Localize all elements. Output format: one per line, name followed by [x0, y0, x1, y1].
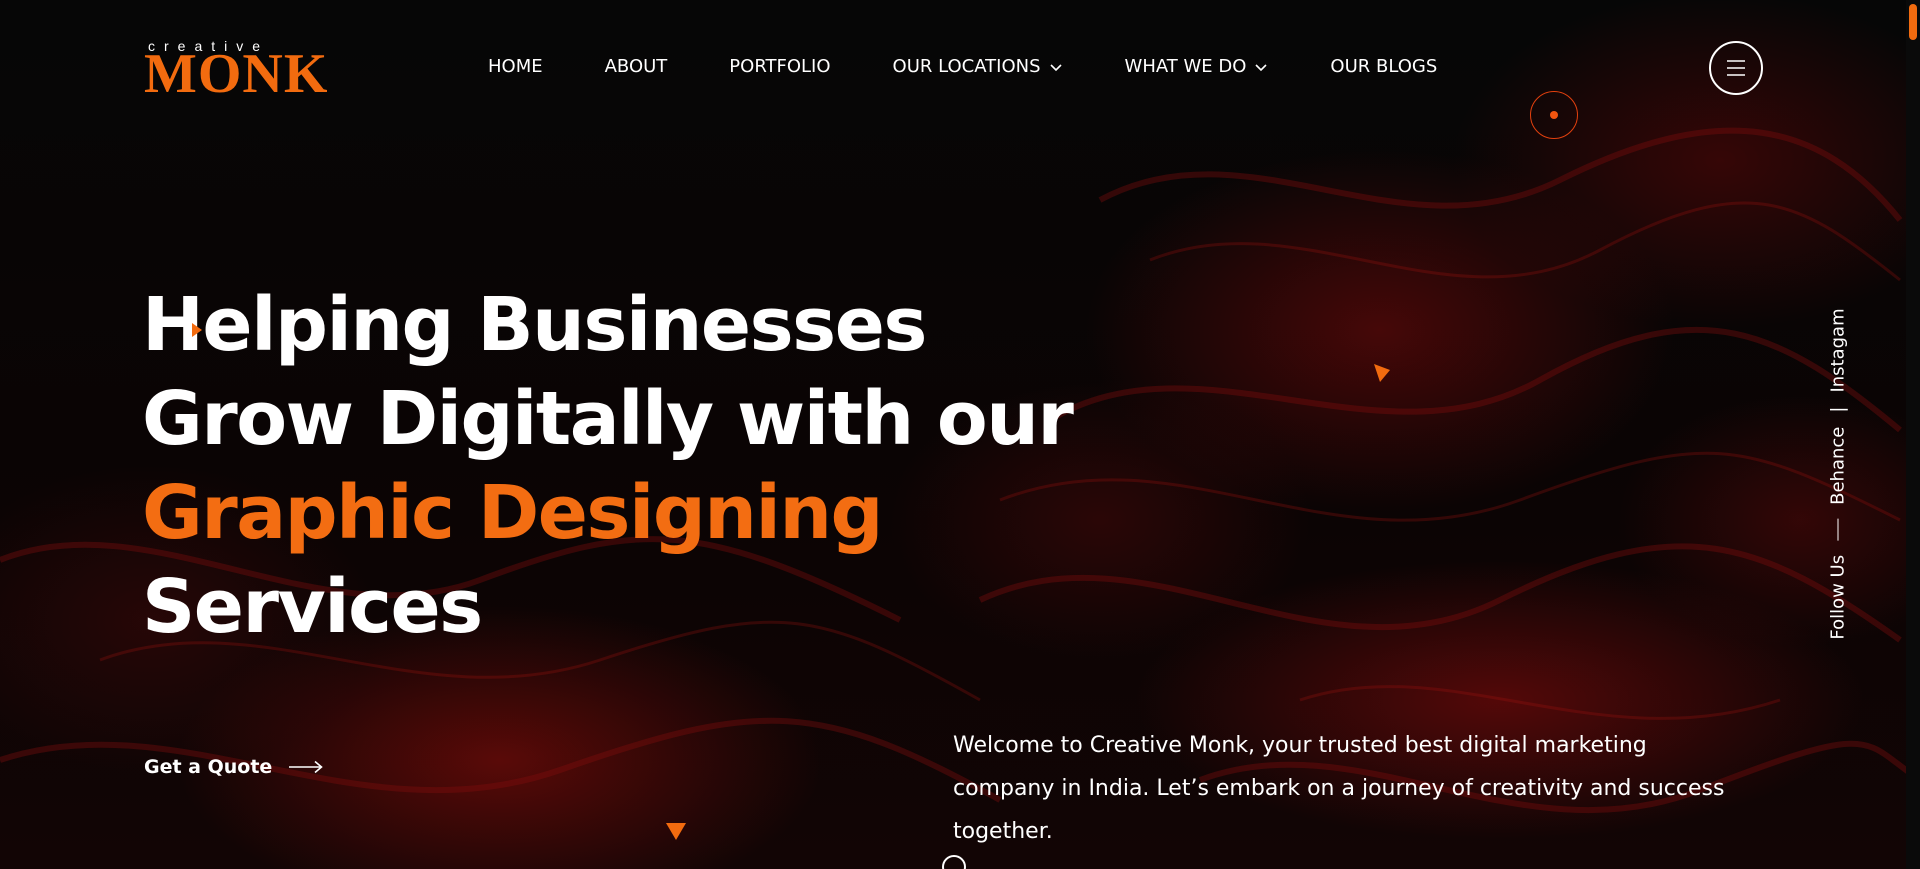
- logo[interactable]: creative MONK: [144, 38, 350, 105]
- logo-wordmark: MONK: [144, 43, 329, 105]
- nav-what-we-do-label: WHAT WE DO: [1124, 56, 1247, 77]
- hero-intro-text: Welcome to Creative Monk, your trusted b…: [953, 733, 1725, 844]
- social-follow: Follow Us Behance | Instagam: [1818, 292, 1858, 656]
- nav-portfolio[interactable]: PORTFOLIO: [729, 56, 830, 77]
- nav-about-label: ABOUT: [604, 56, 668, 77]
- nav-our-blogs-label: OUR BLOGS: [1330, 56, 1438, 77]
- get-a-quote-link[interactable]: Get a Quote: [144, 756, 324, 778]
- nav-our-locations-label: OUR LOCATIONS: [892, 56, 1041, 77]
- nav-about[interactable]: ABOUT: [605, 56, 668, 77]
- custom-cursor-ring: [1530, 91, 1578, 139]
- hero-headline: Helping Businesses Grow Digitally with o…: [142, 278, 1074, 654]
- instagram-link[interactable]: Instagam: [1828, 308, 1849, 392]
- behance-link[interactable]: Behance: [1828, 427, 1849, 505]
- nav-what-we-do[interactable]: WHAT WE DO: [1125, 56, 1269, 77]
- divider: [1837, 518, 1839, 541]
- chevron-down-icon: [1049, 63, 1062, 71]
- nav-our-locations[interactable]: OUR LOCATIONS: [893, 56, 1063, 77]
- nav-home[interactable]: HOME: [488, 56, 543, 77]
- triangle-decoration: [192, 323, 202, 337]
- triangle-decoration: [666, 823, 686, 840]
- nav-portfolio-label: PORTFOLIO: [729, 56, 831, 77]
- menu-button[interactable]: [1709, 41, 1763, 95]
- headline-accent-line: Graphic Designing: [142, 470, 884, 556]
- custom-cursor-dot: [1550, 111, 1558, 119]
- social-separator: |: [1827, 406, 1849, 413]
- scrollbar[interactable]: [1906, 0, 1920, 869]
- main-nav: HOME ABOUT PORTFOLIO OUR LOCATIONS WHAT …: [488, 56, 1499, 77]
- nav-our-blogs[interactable]: OUR BLOGS: [1330, 56, 1437, 77]
- follow-us-label: Follow Us: [1827, 554, 1849, 640]
- headline-line: Services: [142, 564, 483, 650]
- arrow-right-icon: [289, 760, 324, 774]
- chevron-down-icon: [1255, 63, 1267, 71]
- hamburger-icon: [1727, 60, 1745, 76]
- headline-line: Helping Businesses: [142, 282, 927, 368]
- get-a-quote-label: Get a Quote: [144, 756, 273, 778]
- headline-line: Grow Digitally with our: [142, 376, 1074, 462]
- nav-home-label: HOME: [488, 56, 543, 77]
- scrollbar-thumb[interactable]: [1909, 4, 1917, 40]
- triangle-decoration: [1374, 364, 1390, 382]
